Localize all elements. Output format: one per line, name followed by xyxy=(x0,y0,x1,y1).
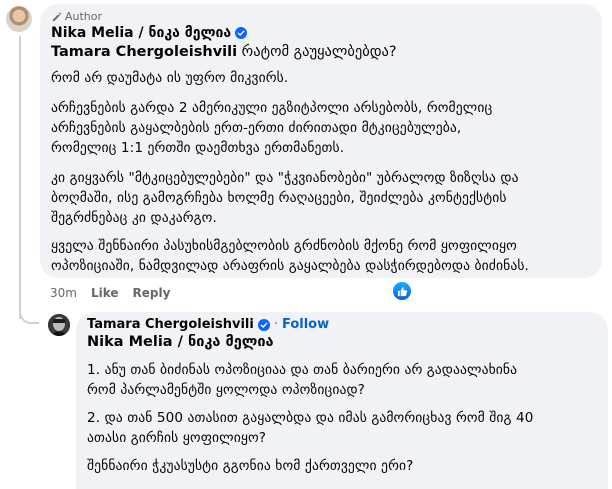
text-line: ათასი გირჩის ყოფილიყო? xyxy=(87,430,267,446)
comment-paragraph: კი გიყვარს "მტკიცებულებები" და "ჭკვიანობ… xyxy=(51,168,519,228)
text-line: რომ არ დაუმატა ის უფრო მიკვირს. xyxy=(51,70,289,86)
text-line: არჩევნების გაყალბების ერთ-ერთი ძირითადი … xyxy=(51,120,462,136)
text-line: რომელიც 1:1 ერთში დაემთხვა ერთმანეთს. xyxy=(51,140,345,156)
text-line: რომ პარლამენტში ყოლოდა ოპოზიციად? xyxy=(87,382,365,398)
comment-actions: 30m Like Reply xyxy=(50,286,170,300)
reply-paragraph: 1. ანუ თან ბიძინას ოპოზიციაა და თან ბარი… xyxy=(87,360,517,400)
reply-mention-link[interactable]: Nika Melia / ნიკა მელია xyxy=(87,334,274,350)
text-line: შენნაირი ჭკუასუსტი გგონია ხომ ქართველი ე… xyxy=(87,458,414,474)
comment-question: რატომ გაუყალბებდა? xyxy=(237,44,397,60)
comment-first-line: Tamara Chergoleishvili რატომ გაუყალბებდა… xyxy=(51,44,397,60)
follow-button[interactable]: Follow xyxy=(282,317,329,332)
comment-paragraph: არჩევნების გარდა 2 ამერიკული ეგზიტპოლი ა… xyxy=(51,98,492,158)
commenter-name-row: Nika Melia / ნიკა მელია xyxy=(51,25,248,41)
comment-paragraph: ყველა შენნაირი პასუხისმგებლობის გრძნობის… xyxy=(51,236,529,276)
like-button[interactable]: Like xyxy=(91,286,119,300)
author-badge: Author xyxy=(51,10,102,23)
like-thumb-icon xyxy=(397,286,407,296)
reply-bubble: Tamara Chergoleishvili · Follow Nika Mel… xyxy=(76,312,608,489)
text-line: ბოღმაში, ისე გამოგრჩება ხოლმე რაღაცეები,… xyxy=(51,190,507,206)
comment-paragraph: რომ არ დაუმატა ის უფრო მიკვირს. xyxy=(51,68,288,88)
reply-paragraph: შენნაირი ჭკუასუსტი გგონია ხომ ქართველი ე… xyxy=(87,456,413,476)
separator-dot: · xyxy=(273,317,278,332)
reply-paragraph: 2. და თან 500 ათასით გაყალბდა და იმას გა… xyxy=(87,408,533,448)
commenter-name[interactable]: Nika Melia / ნიკა მელია xyxy=(51,25,231,41)
verified-badge-icon xyxy=(257,318,270,331)
text-line: 2. და თან 500 ათასით გაყალბდა და იმას გა… xyxy=(87,410,534,426)
text-line: 1. ანუ თან ბიძინას ოპოზიციაა და თან ბარი… xyxy=(87,362,518,378)
text-line: ყველა შენნაირი პასუხისმგებლობის გრძნობის… xyxy=(51,238,517,254)
text-line: არჩევნების გარდა 2 ამერიკული ეგზიტპოლი ა… xyxy=(51,100,493,116)
text-line: ოპოზიციაში, ნამდვილად არაფრის გაყალბება … xyxy=(51,258,529,274)
reply-name-row: Tamara Chergoleishvili · Follow xyxy=(87,317,329,332)
verified-badge-icon xyxy=(235,27,248,39)
comment-time[interactable]: 30m xyxy=(50,286,77,300)
text-line: შეგრძნებაც კი დაკარგო. xyxy=(51,210,217,226)
reply-button[interactable]: Reply xyxy=(133,286,171,300)
thread-curve xyxy=(19,296,39,324)
author-label: Author xyxy=(65,10,103,23)
mention-link[interactable]: Tamara Chergoleishvili xyxy=(51,44,237,60)
reply-avatar[interactable] xyxy=(48,314,70,336)
comment-bubble: Author Nika Melia / ნიკა მელია Tamara Ch… xyxy=(40,4,602,278)
reply-author-name[interactable]: Tamara Chergoleishvili xyxy=(87,317,254,332)
thread-line xyxy=(19,36,21,319)
pen-icon xyxy=(52,12,62,22)
reply-avatar-image xyxy=(48,314,70,336)
reaction-like-badge[interactable] xyxy=(393,282,411,300)
commenter-avatar[interactable] xyxy=(6,6,32,32)
text-line: კი გიყვარს "მტკიცებულებები" და "ჭკვიანობ… xyxy=(51,170,519,186)
